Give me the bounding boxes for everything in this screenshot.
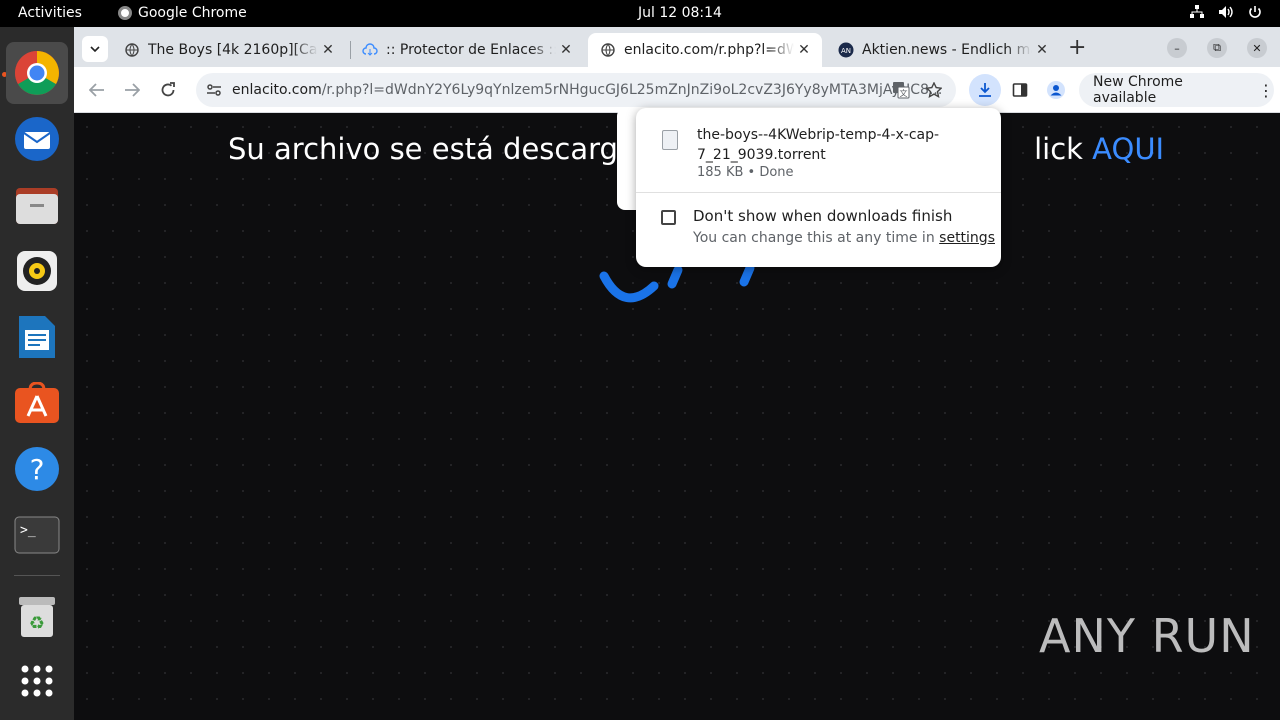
rhythmbox-icon[interactable] <box>13 247 61 295</box>
anyrun-watermark: ANY RUN <box>1039 609 1255 663</box>
dont-show-checkbox[interactable] <box>661 210 676 225</box>
tab-title: The Boys [4k 2160p][Cap <box>148 42 318 58</box>
address-bar[interactable]: enlacito.com/r.php?l=dWdnY2Y6Ly9qYnlzem5… <box>196 73 956 107</box>
avatar-icon <box>1047 81 1065 99</box>
aqui-link[interactable]: AQUI <box>1092 132 1164 166</box>
download-icon <box>979 83 991 97</box>
headline-text: Su archivo se está descargan <box>228 132 655 166</box>
url-path: /r.php?l=dWdnY2Y6Ly9qYnlzem5rNHgucGJ6L25… <box>321 82 943 98</box>
bookmark-button[interactable] <box>921 77 947 103</box>
reload-icon <box>161 82 175 97</box>
svg-text:♻: ♻ <box>29 613 45 634</box>
system-top-bar: Activities Google Chrome Jul 12 08:14 <box>0 0 1280 27</box>
writer-icon[interactable] <box>13 313 61 361</box>
download-status: 185 KB • Done <box>697 165 794 180</box>
side-panel-button[interactable] <box>1007 77 1033 103</box>
tab-strip: The Boys [4k 2160p][Cap ✕ :: Protector d… <box>74 27 1280 67</box>
settings-hint: You can change this at any time in setti… <box>693 230 995 246</box>
new-chrome-label: New Chrome available <box>1093 74 1183 106</box>
tab-title: Aktien.news - Endlich ma <box>862 42 1032 58</box>
app-menu[interactable]: Google Chrome <box>118 5 247 21</box>
close-tab-icon[interactable]: ✕ <box>318 42 338 58</box>
files-icon[interactable] <box>13 181 61 229</box>
minimize-button[interactable]: – <box>1167 38 1187 58</box>
clock[interactable]: Jul 12 08:14 <box>638 5 722 21</box>
dock: ? >_ ♻ <box>0 27 74 720</box>
site-settings-icon[interactable] <box>206 82 222 102</box>
download-bubble: the-boys--4KWebrip-temp-4-x-cap-7_21_903… <box>636 108 1001 267</box>
system-tray[interactable] <box>1190 5 1262 23</box>
dock-separator <box>14 575 60 576</box>
tab-search-button[interactable] <box>82 36 108 62</box>
translate-button[interactable]: 文 <box>888 77 914 103</box>
dont-show-label[interactable]: Don't show when downloads finish <box>693 207 952 225</box>
tab-title: enlacito.com/r.php?l=dW <box>624 42 794 58</box>
chrome-icon[interactable] <box>6 42 68 104</box>
chevron-down-icon <box>90 46 100 52</box>
svg-text:文: 文 <box>900 88 908 98</box>
close-window-button[interactable]: ✕ <box>1247 38 1267 58</box>
file-icon <box>662 130 678 150</box>
url-host: enlacito.com <box>232 82 322 98</box>
reload-button[interactable] <box>155 77 181 103</box>
thunderbird-icon[interactable] <box>13 115 61 163</box>
arrow-right-icon <box>125 83 140 97</box>
volume-icon <box>1218 5 1234 23</box>
svg-text:?: ? <box>30 453 45 486</box>
tab-enlacito[interactable]: enlacito.com/r.php?l=dW ✕ <box>588 33 822 67</box>
aktien-news-icon: AN <box>838 42 854 58</box>
show-apps-icon[interactable] <box>13 657 61 705</box>
tab-aktien-news[interactable]: AN Aktien.news - Endlich ma ✕ <box>826 33 1060 67</box>
tab-title: :: Protector de Enlaces :: <box>386 42 556 58</box>
star-icon <box>926 82 942 98</box>
watermark-text: ANY RUN <box>1039 609 1255 663</box>
close-tab-icon[interactable]: ✕ <box>1032 42 1052 58</box>
browser-toolbar: enlacito.com/r.php?l=dWdnY2Y6Ly9qYnlzem5… <box>74 67 1280 113</box>
new-tab-button[interactable]: + <box>1068 35 1086 60</box>
globe-icon <box>124 42 140 58</box>
more-vert-icon: ⋮ <box>1258 80 1274 100</box>
network-icon <box>1190 5 1204 23</box>
chrome-mini-icon <box>118 6 132 20</box>
hint-text: You can change this at any time in <box>693 230 940 246</box>
settings-link[interactable]: settings <box>939 230 995 246</box>
svg-text:AN: AN <box>841 47 851 55</box>
download-filename[interactable]: the-boys--4KWebrip-temp-4-x-cap-7_21_903… <box>697 125 957 165</box>
help-icon[interactable]: ? <box>13 445 61 493</box>
side-panel-icon <box>1012 83 1028 97</box>
close-tab-icon[interactable]: ✕ <box>556 42 576 58</box>
new-chrome-available-button[interactable]: New Chrome available ⋮ <box>1079 73 1274 107</box>
power-icon <box>1248 5 1262 23</box>
tab-protector-enlaces[interactable]: :: Protector de Enlaces :: ✕ <box>350 33 584 67</box>
close-tab-icon[interactable]: ✕ <box>794 42 814 58</box>
terminal-icon[interactable]: >_ <box>13 511 61 559</box>
profile-button[interactable] <box>1043 77 1069 103</box>
svg-text:>_: >_ <box>20 523 36 538</box>
divider <box>636 192 1001 193</box>
forward-button[interactable] <box>119 77 145 103</box>
tab-the-boys[interactable]: The Boys [4k 2160p][Cap ✕ <box>112 33 346 67</box>
headline-text-tail: lick <box>1034 132 1093 166</box>
arrow-left-icon <box>89 83 104 97</box>
globe-icon <box>600 42 616 58</box>
translate-icon: 文 <box>893 82 910 99</box>
app-name: Google Chrome <box>138 5 247 21</box>
activities-button[interactable]: Activities <box>18 5 82 21</box>
maximize-button[interactable]: ⧉ <box>1207 38 1227 58</box>
downloads-button[interactable] <box>969 74 1001 106</box>
back-button[interactable] <box>84 77 110 103</box>
app-center-icon[interactable] <box>13 379 61 427</box>
trash-icon[interactable]: ♻ <box>13 593 61 641</box>
cloud-download-icon <box>362 42 378 58</box>
